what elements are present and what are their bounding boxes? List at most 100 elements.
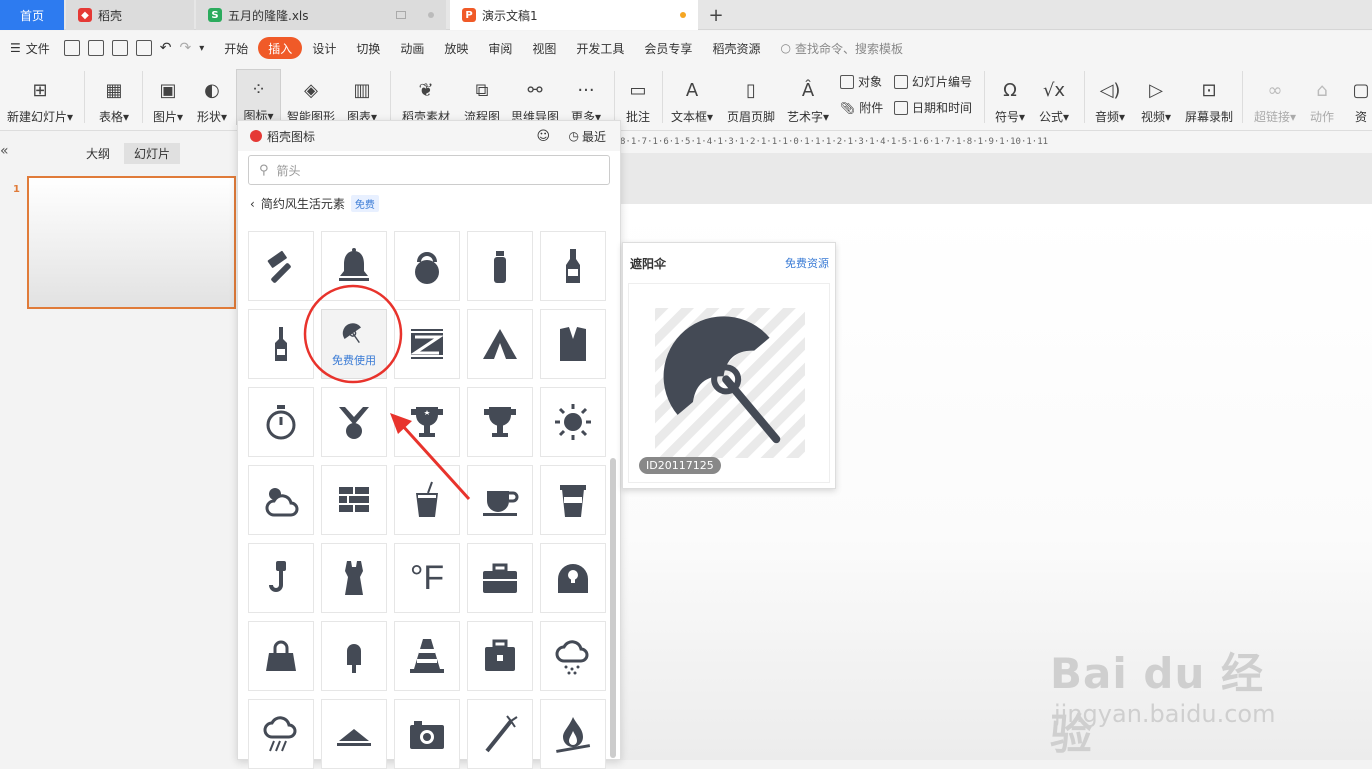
icon-cell-coffee-takeaway[interactable]	[540, 465, 606, 535]
save-icon[interactable]	[63, 40, 80, 56]
icon-cell-trophy-star[interactable]	[394, 387, 460, 457]
mindmap-button[interactable]: ⚯ 思维导图	[508, 69, 562, 125]
icon-cell-bottle[interactable]	[467, 231, 533, 301]
smartart-button[interactable]: ◈ 智能图形	[285, 69, 337, 125]
icon-cell-campfire[interactable]	[540, 699, 606, 769]
icon-cell-cloud-rain[interactable]	[540, 621, 606, 691]
print-icon[interactable]	[111, 40, 128, 56]
icon-cell-suit[interactable]	[540, 309, 606, 379]
shape-button[interactable]: ◐ 形状▾	[192, 69, 232, 125]
icon-cell-fahrenheit[interactable]: °F	[394, 543, 460, 613]
icon-cell-popsicle[interactable]	[321, 621, 387, 691]
new-slide-button[interactable]: ⊞ 新建幻灯片▾	[4, 69, 76, 125]
icon-cell-kettlebell[interactable]	[394, 231, 460, 301]
video-button[interactable]: ▷ 视频▾	[1136, 69, 1176, 125]
icon-search-input[interactable]: ⚲ 箭头	[248, 155, 610, 185]
icon-cell-toolbox[interactable]	[467, 543, 533, 613]
menu-design[interactable]: 设计	[302, 37, 346, 59]
menu-review[interactable]: 审阅	[478, 37, 522, 59]
datetime-button[interactable]: 日期和时间	[894, 99, 972, 116]
icon-cell-handbag[interactable]	[248, 621, 314, 691]
comment-button[interactable]: ▭ 批注	[620, 69, 656, 125]
textbox-button[interactable]: A 文本框▾	[668, 69, 716, 125]
action-button[interactable]: ⌂ 动作	[1304, 69, 1340, 125]
command-search[interactable]: ○ 查找命令、搜索模板	[770, 37, 913, 59]
symbol-button[interactable]: Ω 符号▾	[990, 69, 1030, 125]
tab-daoke[interactable]: ◆ 稻壳	[66, 0, 194, 30]
screen-record-button[interactable]: ⊡ 屏幕录制	[1182, 69, 1236, 125]
icon-cell-beer-bottle[interactable]	[540, 231, 606, 301]
icon-cell-bell[interactable]	[321, 231, 387, 301]
icon-cell-hat[interactable]	[321, 699, 387, 769]
slides-tab[interactable]: 幻灯片	[124, 143, 181, 164]
chart-button[interactable]: ▥ 图表▾	[342, 69, 382, 125]
undo-icon[interactable]: ↶	[160, 40, 172, 56]
resource-button[interactable]: ▢ 资	[1350, 69, 1372, 125]
slide-number-button[interactable]: 幻灯片编号	[894, 73, 972, 90]
icon-cell-trophy[interactable]	[467, 387, 533, 457]
attachment-button[interactable]: 📎︎ 附件	[840, 99, 883, 116]
icon-cell-weather-cloudy-sun[interactable]	[248, 465, 314, 535]
tab-presentation[interactable]: P 演示文稿1	[450, 0, 698, 30]
icon-cell-cloud-storm[interactable]	[248, 699, 314, 769]
menu-animation[interactable]: 动画	[390, 37, 434, 59]
icon-cell-hammer[interactable]	[248, 231, 314, 301]
icon-cell-crane-hook[interactable]	[248, 543, 314, 613]
menu-slideshow[interactable]: 放映	[434, 37, 478, 59]
object-button[interactable]: 对象	[840, 73, 882, 90]
customize-icon[interactable]: ▾	[199, 43, 204, 54]
hyperlink-button[interactable]: ∞ 超链接▾	[1250, 69, 1300, 125]
icon-cell-sun[interactable]	[540, 387, 606, 457]
picture-button[interactable]: ▣ 图片▾	[148, 69, 188, 125]
export-icon[interactable]	[87, 40, 104, 56]
audio-button[interactable]: ◁) 音频▾	[1090, 69, 1130, 125]
icon-cell-film[interactable]	[394, 309, 460, 379]
recent-button[interactable]: ◷ 最近	[569, 128, 607, 145]
icon-cell-tent[interactable]	[467, 309, 533, 379]
menu-start[interactable]: 开始	[214, 37, 258, 59]
more-button[interactable]: ··· 更多▾	[566, 69, 606, 125]
file-menu[interactable]: ☰ 文件	[0, 37, 60, 59]
slide-thumbnail[interactable]	[27, 176, 236, 309]
menu-daoke-resources[interactable]: 稻壳资源	[702, 37, 770, 59]
tab-spreadsheet[interactable]: S 五月的隆隆.xls	[196, 0, 446, 30]
new-tab-button[interactable]: +	[706, 0, 726, 30]
category-breadcrumb[interactable]: ‹ 简约风生活元素 免费	[250, 195, 379, 212]
menu-insert[interactable]: 插入	[258, 37, 303, 59]
menu-member[interactable]: 会员专享	[634, 37, 702, 59]
menu-transition[interactable]: 切换	[346, 37, 390, 59]
daoke-assets-button[interactable]: ❦ 稻壳素材	[398, 69, 454, 125]
icon-cell-briefcase[interactable]	[467, 621, 533, 691]
free-resource-link[interactable]: 免费资源	[785, 255, 829, 271]
icon-cell-traffic-cone[interactable]	[394, 621, 460, 691]
collapse-panel-icon[interactable]: «	[0, 143, 9, 159]
free-use-label[interactable]: 免费使用	[332, 352, 376, 368]
icon-cell-tank-top[interactable]	[321, 543, 387, 613]
menu-view[interactable]: 视图	[522, 37, 566, 59]
outline-tab[interactable]: 大纲	[86, 145, 110, 162]
icon-cell-camera[interactable]	[394, 699, 460, 769]
panel-scrollbar[interactable]	[610, 458, 616, 758]
icon-cell-bricks[interactable]	[321, 465, 387, 535]
flowchart-button[interactable]: ⧉ 流程图	[460, 69, 504, 125]
icon-cell-medal[interactable]	[321, 387, 387, 457]
icon-cell-bag[interactable]	[540, 543, 606, 613]
icon-cell-coffee-cup[interactable]	[467, 465, 533, 535]
icon-button[interactable]: ⁘ 图标▾	[236, 69, 281, 125]
feedback-icon[interactable]: ☺	[536, 129, 550, 144]
menu-developer[interactable]: 开发工具	[566, 37, 634, 59]
preview-icon[interactable]	[135, 40, 152, 56]
icon-cell-umbrella[interactable]: 免费使用	[321, 309, 387, 379]
header-footer-button[interactable]: ▯ 页眉页脚	[724, 69, 778, 125]
icon-cell-drink-cup[interactable]	[394, 465, 460, 535]
redo-icon[interactable]: ↷	[180, 40, 192, 56]
search-icon: ⚲	[259, 162, 269, 178]
table-button[interactable]: ▦ 表格▾	[92, 69, 136, 125]
icon-cell-wine-bottle[interactable]	[248, 309, 314, 379]
beer-bottle-icon	[566, 249, 580, 283]
icon-cell-firework[interactable]	[467, 699, 533, 769]
wordart-button[interactable]: Â 艺术字▾	[784, 69, 832, 125]
formula-button[interactable]: √x 公式▾	[1034, 69, 1074, 125]
tab-home[interactable]: 首页	[0, 0, 64, 30]
icon-cell-stopwatch[interactable]	[248, 387, 314, 457]
